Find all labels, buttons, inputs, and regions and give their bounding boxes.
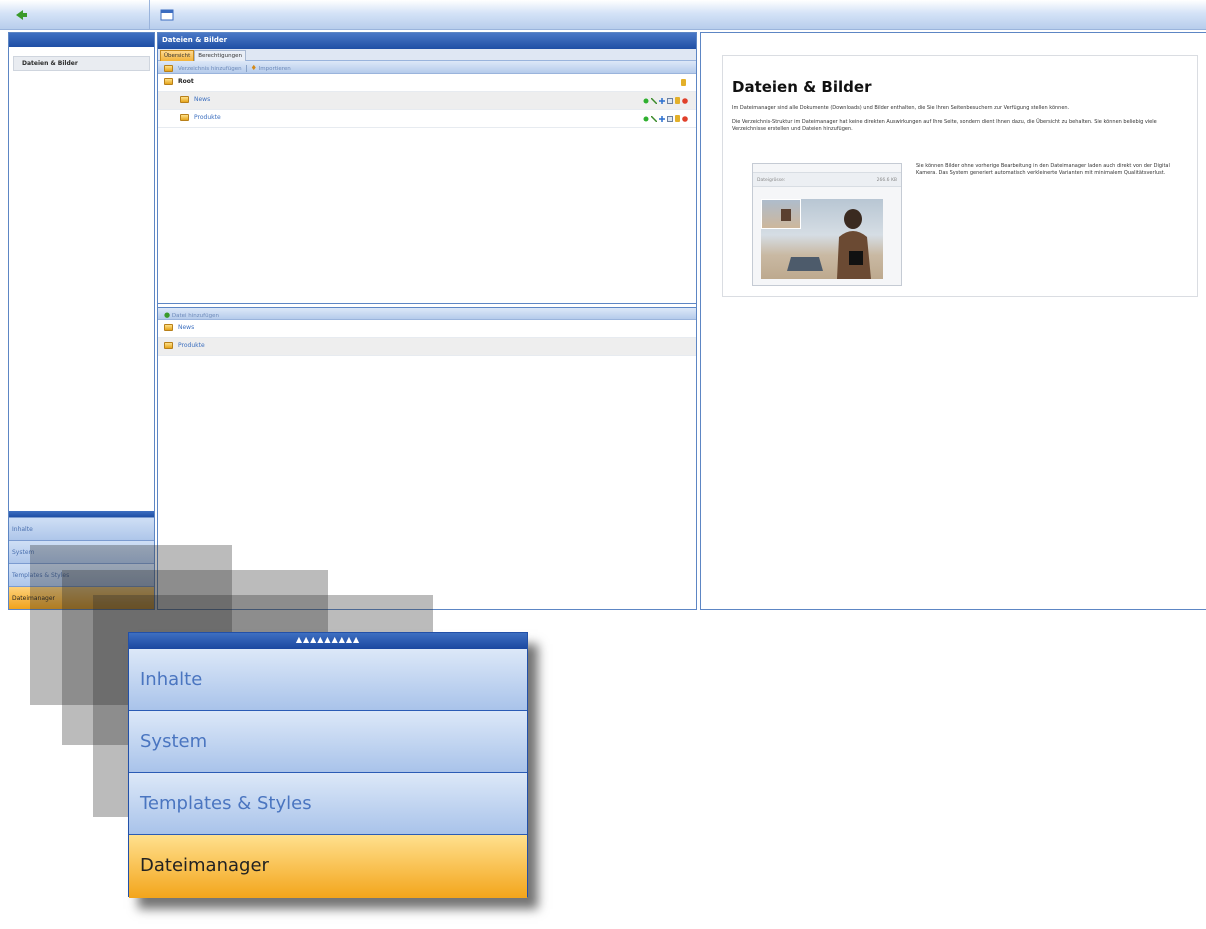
copy-icon[interactable] [667, 115, 673, 122]
tree-row-label: Root [178, 78, 194, 85]
sidebar-nav-inhalte[interactable]: Inhalte [9, 517, 154, 540]
window-icon[interactable] [160, 9, 174, 21]
sidebar-item-dateien-bilder[interactable]: Dateien & Bilder [13, 56, 150, 71]
help-title: Dateien & Bilder [732, 78, 872, 96]
tree-row-produkte[interactable]: Produkte [158, 110, 696, 128]
example-image-card: Dateigrösse: 266.6 KB [752, 163, 902, 286]
tab-bar: Übersicht Berechtigungen [158, 49, 696, 61]
file-row-produkte[interactable]: Produkte [158, 338, 696, 356]
import-button[interactable]: Importieren [259, 66, 291, 72]
help-paragraph: Im Dateimanager sind alle Dokumente (Dow… [732, 105, 1070, 111]
zoomed-nav-inhalte[interactable]: Inhalte [129, 649, 527, 711]
folder-icon [164, 342, 173, 349]
file-row-label: Produkte [178, 342, 205, 349]
lock-icon[interactable] [675, 97, 680, 104]
panel-title: Dateien & Bilder [158, 33, 696, 49]
folder-icon [180, 96, 189, 103]
toolbar-separator [245, 65, 247, 72]
add-folder-button[interactable]: Verzeichnis hinzufügen [178, 66, 242, 72]
delete-icon[interactable] [682, 97, 688, 104]
tree-row-root[interactable]: Root [158, 74, 696, 92]
tab-uebersicht[interactable]: Übersicht [160, 50, 195, 61]
zoomed-nav-system[interactable]: System [129, 711, 527, 773]
move-icon[interactable] [659, 115, 665, 122]
tab-berechtigungen[interactable]: Berechtigungen [194, 50, 246, 61]
thumb-size-value: 266.6 KB [876, 178, 897, 183]
edit-icon[interactable] [651, 115, 657, 122]
status-dot-icon [643, 116, 649, 121]
row-actions [641, 115, 688, 122]
folder-toolbar: Verzeichnis hinzufügen ♦ Importieren [158, 61, 696, 74]
file-row-label: News [178, 324, 195, 331]
thumb-info-row: Dateigrösse: 266.6 KB [753, 173, 901, 187]
tree-row-label: News [194, 96, 211, 103]
folder-icon [164, 324, 173, 331]
tree-row-label: Produkte [194, 114, 221, 121]
edit-icon[interactable] [651, 97, 657, 104]
zoomed-nav-templates[interactable]: Templates & Styles [129, 773, 527, 835]
file-manager-panel: Dateien & Bilder Übersicht Berechtigungen… [157, 32, 697, 610]
import-icon: ♦ [250, 64, 257, 72]
photo-figure [781, 209, 871, 279]
row-actions [681, 79, 686, 88]
add-folder-icon [164, 65, 173, 72]
delete-icon[interactable] [682, 115, 688, 122]
thumb-header [753, 164, 901, 173]
help-side-text: Sie können Bilder ohne vorherige Bearbei… [916, 163, 1170, 176]
zoomed-nav-dateimanager[interactable]: Dateimanager [129, 835, 527, 898]
zoomed-nav-callout: ▲▲▲▲▲▲▲▲▲ Inhalte System Templates & Sty… [128, 632, 528, 898]
file-toolbar: ● Datei hinzufügen [158, 307, 696, 320]
add-file-button[interactable]: Datei hinzufügen [172, 313, 219, 319]
lock-icon[interactable] [675, 115, 680, 122]
folder-icon [164, 78, 173, 85]
add-file-icon: ● [164, 311, 171, 319]
back-arrow-icon[interactable] [14, 9, 28, 21]
help-content: Dateien & Bilder Im Dateimanager sind al… [722, 55, 1198, 297]
zoomed-nav-grip[interactable]: ▲▲▲▲▲▲▲▲▲ [129, 633, 527, 649]
tree-row-news[interactable]: News [158, 92, 696, 110]
sidebar: Dateien & Bilder Inhalte System Template… [8, 32, 155, 610]
lock-icon[interactable] [681, 79, 686, 86]
example-photo [761, 199, 883, 279]
top-toolbar [0, 0, 1206, 30]
help-paragraph: Die Verzeichnis-Struktur im Dateimanager… [732, 119, 1157, 132]
move-icon[interactable] [659, 97, 665, 104]
top-toolbar-left [0, 0, 150, 30]
sidebar-header [9, 33, 154, 47]
row-actions [641, 97, 688, 104]
folder-icon [180, 114, 189, 121]
file-row-news[interactable]: News [158, 320, 696, 338]
help-panel: Dateien & Bilder Im Dateimanager sind al… [700, 32, 1206, 610]
thumb-size-label: Dateigrösse: [757, 178, 786, 183]
status-dot-icon [643, 98, 649, 103]
copy-icon[interactable] [667, 97, 673, 104]
folder-tree-area: Verzeichnis hinzufügen ♦ Importieren Root… [158, 61, 696, 304]
